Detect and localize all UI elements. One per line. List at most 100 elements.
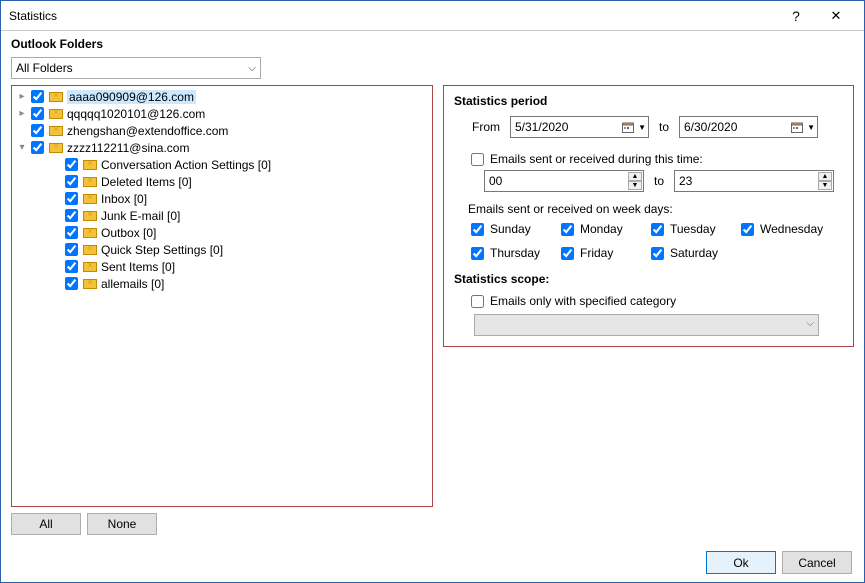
close-button[interactable]: ✕ xyxy=(816,1,856,31)
folder-label: Inbox [0] xyxy=(101,192,147,206)
spinner-icon[interactable]: ▲▼ xyxy=(818,172,832,190)
tree-row[interactable]: zzzz112211@sina.com xyxy=(12,139,432,156)
weekday-checkbox[interactable] xyxy=(651,247,664,260)
folder-checkbox[interactable] xyxy=(31,90,44,103)
tree-row[interactable]: Conversation Action Settings [0] xyxy=(12,156,432,173)
mail-icon xyxy=(83,211,97,221)
scope-title: Statistics scope: xyxy=(454,272,843,286)
tree-row[interactable]: Quick Step Settings [0] xyxy=(12,241,432,258)
expander-icon[interactable] xyxy=(16,108,28,120)
cancel-button[interactable]: Cancel xyxy=(782,551,852,574)
tree-row[interactable]: zhengshan@extendoffice.com xyxy=(12,122,432,139)
tree-row[interactable]: Inbox [0] xyxy=(12,190,432,207)
weekday-checkbox[interactable] xyxy=(741,223,754,236)
time-to-value: 23 xyxy=(679,174,692,188)
folders-dropdown[interactable]: All Folders ⌵ xyxy=(11,57,261,79)
chevron-down-icon: ⌵ xyxy=(806,318,814,329)
folder-tree[interactable]: aaaa090909@126.comqqqqq1020101@126.comzh… xyxy=(11,85,433,507)
mail-icon xyxy=(83,279,97,289)
tree-row[interactable]: Sent Items [0] xyxy=(12,258,432,275)
folder-checkbox[interactable] xyxy=(65,192,78,205)
weekday-checkbox[interactable] xyxy=(561,247,574,260)
weekday-option[interactable]: Wednesday xyxy=(738,222,838,236)
spinner-icon[interactable]: ▲▼ xyxy=(628,172,642,190)
folder-checkbox[interactable] xyxy=(65,226,78,239)
weekdays-label: Emails sent or received on week days: xyxy=(468,202,843,216)
time-filter-label: Emails sent or received during this time… xyxy=(490,152,703,166)
chevron-down-icon: ▼ xyxy=(638,123,646,132)
outlook-folders-header: Outlook Folders xyxy=(1,31,864,53)
mail-icon xyxy=(49,126,63,136)
tree-row[interactable]: qqqqq1020101@126.com xyxy=(12,105,432,122)
weekday-option[interactable]: Friday xyxy=(558,246,648,260)
time-from-field[interactable]: 00 ▲▼ xyxy=(484,170,644,192)
weekday-grid: Sunday Monday Tuesday Wednesday Thursday Frid… xyxy=(468,220,843,262)
category-filter-checkbox[interactable] xyxy=(471,295,484,308)
period-title: Statistics period xyxy=(454,94,843,108)
tree-row[interactable]: aaaa090909@126.com xyxy=(12,88,432,105)
folder-checkbox[interactable] xyxy=(65,158,78,171)
mail-icon xyxy=(83,160,97,170)
tree-row[interactable]: allemails [0] xyxy=(12,275,432,292)
weekday-option[interactable]: Saturday xyxy=(648,246,738,260)
weekday-label: Friday xyxy=(580,246,613,260)
tree-row[interactable]: Deleted Items [0] xyxy=(12,173,432,190)
folder-label: Conversation Action Settings [0] xyxy=(101,158,271,172)
weekday-checkbox[interactable] xyxy=(561,223,574,236)
tree-row[interactable]: Outbox [0] xyxy=(12,224,432,241)
weekday-label: Sunday xyxy=(490,222,531,236)
folder-checkbox[interactable] xyxy=(65,209,78,222)
weekday-option[interactable]: Sunday xyxy=(468,222,558,236)
folder-label: Deleted Items [0] xyxy=(101,175,192,189)
expander-icon[interactable] xyxy=(16,91,28,103)
weekday-option[interactable]: Monday xyxy=(558,222,648,236)
to-date-field[interactable]: 6/30/2020 ▼ xyxy=(679,116,818,138)
folders-dropdown-value: All Folders xyxy=(16,61,73,75)
tree-row[interactable]: Junk E-mail [0] xyxy=(12,207,432,224)
mail-icon xyxy=(83,245,97,255)
weekday-label: Monday xyxy=(580,222,623,236)
category-dropdown[interactable]: ⌵ xyxy=(474,314,819,336)
weekday-option[interactable]: Thursday xyxy=(468,246,558,260)
expander-icon[interactable] xyxy=(16,142,28,154)
weekday-option[interactable]: Tuesday xyxy=(648,222,738,236)
select-none-button[interactable]: None xyxy=(87,513,157,535)
help-button[interactable]: ? xyxy=(776,1,816,31)
weekday-checkbox[interactable] xyxy=(471,223,484,236)
from-label: From xyxy=(472,120,504,134)
folder-label: aaaa090909@126.com xyxy=(67,90,196,104)
calendar-icon xyxy=(622,121,634,133)
folder-checkbox[interactable] xyxy=(65,175,78,188)
folder-checkbox[interactable] xyxy=(31,124,44,137)
time-filter-checkbox[interactable] xyxy=(471,153,484,166)
folder-checkbox[interactable] xyxy=(65,243,78,256)
mail-icon xyxy=(83,262,97,272)
mail-icon xyxy=(49,109,63,119)
mail-icon xyxy=(83,228,97,238)
time-from-value: 00 xyxy=(489,174,502,188)
weekday-checkbox[interactable] xyxy=(471,247,484,260)
chevron-down-icon: ⌵ xyxy=(248,63,256,74)
select-all-button[interactable]: All xyxy=(11,513,81,535)
to-label: to xyxy=(655,120,673,134)
time-to-field[interactable]: 23 ▲▼ xyxy=(674,170,834,192)
folder-label: Outbox [0] xyxy=(101,226,156,240)
folder-checkbox[interactable] xyxy=(65,260,78,273)
folder-checkbox[interactable] xyxy=(31,107,44,120)
folder-label: zzzz112211@sina.com xyxy=(67,141,189,155)
weekday-label: Tuesday xyxy=(670,222,716,236)
window-title: Statistics xyxy=(9,9,776,23)
to-label: to xyxy=(650,174,668,188)
weekday-label: Saturday xyxy=(670,246,718,260)
ok-button[interactable]: Ok xyxy=(706,551,776,574)
folder-checkbox[interactable] xyxy=(31,141,44,154)
folder-label: Sent Items [0] xyxy=(101,260,175,274)
weekday-checkbox[interactable] xyxy=(651,223,664,236)
weekday-label: Thursday xyxy=(490,246,540,260)
mail-icon xyxy=(83,177,97,187)
weekday-label: Wednesday xyxy=(760,222,823,236)
to-date-value: 6/30/2020 xyxy=(684,120,737,134)
titlebar: Statistics ? ✕ xyxy=(1,1,864,31)
from-date-field[interactable]: 5/31/2020 ▼ xyxy=(510,116,649,138)
folder-checkbox[interactable] xyxy=(65,277,78,290)
